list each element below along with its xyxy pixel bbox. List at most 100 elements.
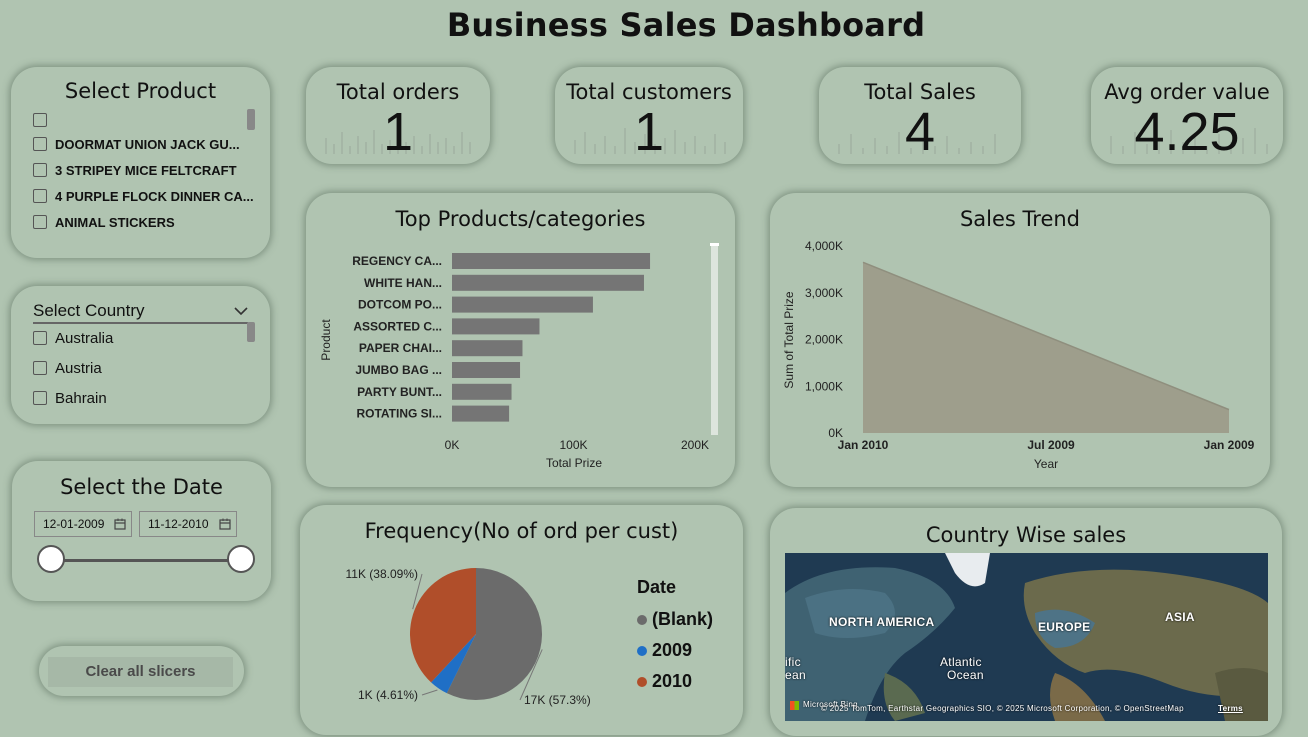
bar[interactable]: [452, 274, 644, 291]
date-range-end-handle[interactable]: [227, 545, 255, 573]
bar-category-label: PARTY BUNT...: [357, 385, 442, 399]
bar-category-label: ASSORTED C...: [353, 319, 442, 333]
legend-item-blank[interactable]: (Blank): [637, 604, 713, 635]
x-axis-title: Year: [1034, 457, 1058, 471]
map-background: [785, 553, 1268, 721]
sales-trend-area-chart: 4,000K3,000K2,000K1,000K0KJan 2010 Jul 20…: [782, 239, 1255, 471]
start-date-input[interactable]: 12-01-2009: [34, 511, 132, 537]
legend-dot: [637, 645, 647, 656]
country-item[interactable]: Austria: [33, 353, 113, 383]
map-label: ean: [785, 668, 806, 682]
country-list: Australia Austria Bahrain: [33, 323, 113, 413]
x-tick-label: 100K: [559, 438, 587, 452]
chart-scrollbar-top: [710, 243, 719, 246]
checkbox[interactable]: [33, 113, 47, 127]
kpi-total-sales: Total Sales 4: [819, 67, 1021, 164]
date-range-track: [50, 559, 242, 562]
country-dropdown[interactable]: Select Country: [33, 300, 248, 324]
x-tick-label: Jul 2009: [1027, 438, 1075, 452]
map-label: ASIA: [1165, 610, 1195, 624]
checkbox[interactable]: [33, 391, 47, 405]
checkbox[interactable]: [33, 361, 47, 375]
bar[interactable]: [452, 253, 651, 269]
map-label: NORTH AMERICA: [829, 615, 935, 629]
pie-data-label: 17K (57.3%): [524, 693, 591, 707]
bar-category-label: REGENCY CA...: [352, 254, 442, 268]
y-tick-label: 2,000K: [805, 333, 843, 347]
map-label: Atlantic: [940, 655, 982, 669]
kpi-label: Avg order value: [1104, 80, 1270, 104]
product-slicer: Select Product DOORMAT UNION JACK GU... …: [11, 67, 270, 258]
checkbox[interactable]: [33, 331, 47, 345]
checkbox[interactable]: [33, 215, 47, 229]
x-tick-label: 200K: [681, 438, 709, 452]
y-tick-label: 4,000K: [805, 239, 843, 253]
kpi-value: 4: [904, 102, 936, 162]
checkbox[interactable]: [33, 189, 47, 203]
map-label: EUROPE: [1038, 620, 1091, 634]
dashboard-title: Business Sales Dashboard: [446, 6, 926, 44]
kpi-value: 4.25: [1134, 102, 1240, 162]
country-scrollbar[interactable]: [247, 322, 255, 342]
x-axis-title: Total Prize: [546, 456, 602, 470]
kpi-label: Total orders: [336, 80, 460, 104]
country-item[interactable]: Bahrain: [33, 383, 113, 413]
y-tick-label: 3,000K: [805, 286, 843, 300]
end-date-input[interactable]: 11-12-2010: [139, 511, 237, 537]
map-title: Country Wise sales: [925, 523, 1127, 547]
calendar-icon[interactable]: [219, 518, 231, 530]
bar[interactable]: [452, 383, 512, 400]
product-item[interactable]: ANIMAL STICKERS: [33, 209, 258, 235]
product-slicer-title: Select Product: [64, 79, 217, 103]
bar[interactable]: [452, 362, 521, 378]
x-tick-label: 0K: [445, 438, 460, 452]
legend-item-2009[interactable]: 2009: [637, 635, 713, 666]
world-map[interactable]: NORTH AMERICA EUROPE ASIA Atlantic Ocean…: [785, 553, 1268, 721]
country-item[interactable]: Australia: [33, 323, 113, 353]
map-attribution: © 2025 TomTom, Earthstar Geographics SIO…: [821, 704, 1184, 713]
checkbox[interactable]: [33, 137, 47, 151]
checkbox[interactable]: [33, 163, 47, 177]
area-series[interactable]: [863, 262, 1229, 433]
frequency-card: Frequency(No of ord per cust) 17K (57.3%…: [300, 505, 743, 735]
x-tick-label: Jan 2009: [1204, 438, 1255, 452]
bar-category-label: ROTATING SI...: [356, 407, 442, 421]
bar[interactable]: [452, 318, 540, 335]
calendar-icon[interactable]: [114, 518, 126, 530]
date-slicer: Select the Date 12-01-2009 11-12-2010: [12, 461, 271, 601]
product-item[interactable]: [33, 113, 258, 127]
bar-category-label: WHITE HAN...: [364, 276, 442, 290]
product-item[interactable]: DOORMAT UNION JACK GU...: [33, 131, 258, 157]
kpi-total-orders: Total orders 1: [306, 67, 490, 164]
y-axis-title: Sum of Total Prize: [782, 291, 796, 388]
kpi-label: Total Sales: [864, 80, 976, 104]
pie-data-label: 1K (4.61%): [358, 688, 418, 702]
bar[interactable]: [452, 405, 510, 422]
product-item[interactable]: 3 STRIPEY MICE FELTCRAFT: [33, 157, 258, 183]
map-label: Ocean: [947, 668, 984, 682]
date-range-start-handle[interactable]: [37, 545, 65, 573]
chart-scrollbar[interactable]: [711, 245, 718, 435]
bar[interactable]: [452, 340, 523, 357]
clear-all-slicers-button[interactable]: Clear all slicers: [48, 657, 233, 687]
legend-dot: [637, 676, 647, 687]
pie-leader-line: [421, 689, 438, 696]
product-scrollbar[interactable]: [247, 109, 255, 130]
bar-category-label: PAPER CHAI...: [359, 341, 442, 355]
y-axis-title: Product: [319, 319, 333, 361]
kpi-label: Total customers: [566, 80, 732, 104]
legend-item-2010[interactable]: 2010: [637, 666, 713, 697]
kpi-avg-order-value: Avg order value 4.25: [1091, 67, 1283, 164]
product-item[interactable]: 4 PURPLE FLOCK DINNER CA...: [33, 183, 258, 209]
bar[interactable]: [452, 296, 593, 313]
pie-legend: Date (Blank) 2009 2010: [637, 577, 713, 697]
legend-dot: [637, 614, 647, 625]
country-slicer: Select Country Australia Austria Bahrain: [11, 286, 270, 424]
map-terms-link[interactable]: Terms: [1218, 704, 1243, 713]
legend-title: Date: [637, 577, 677, 597]
bar-category-label: DOTCOM PO...: [358, 298, 442, 312]
microsoft-logo-icon: [790, 701, 799, 710]
country-sales-card: Country Wise sales NORTH AMERICA EUROPE …: [770, 508, 1282, 736]
bar-category-label: JUMBO BAG ...: [355, 363, 442, 377]
chevron-down-icon[interactable]: [234, 306, 248, 316]
